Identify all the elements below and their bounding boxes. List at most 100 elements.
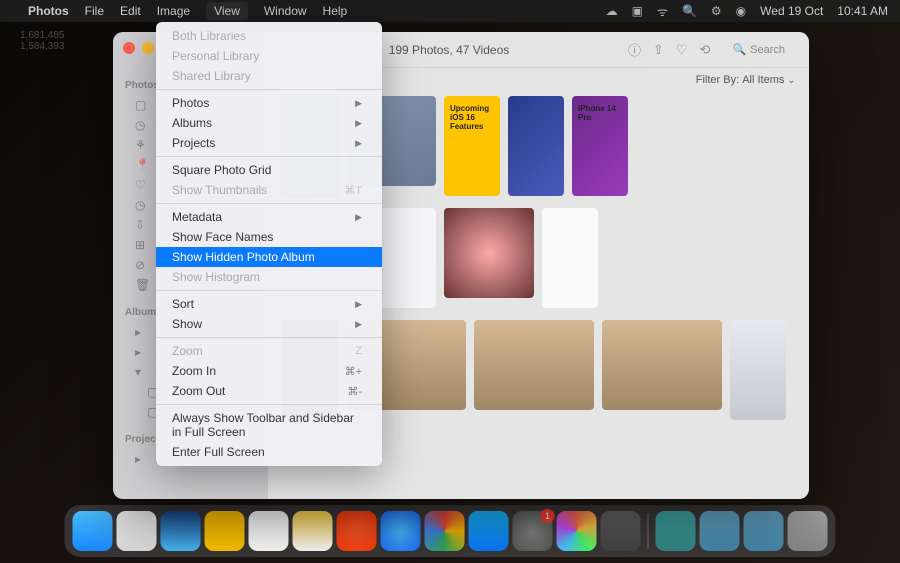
spotlight-icon[interactable]: 🔍: [682, 4, 697, 18]
menu-item-label: Metadata: [172, 210, 222, 224]
search-field[interactable]: 🔍 Search: [722, 40, 795, 59]
menu-shortcut: ⌘T: [344, 184, 362, 197]
menu-image[interactable]: Image: [157, 4, 190, 18]
dock-siri-icon[interactable]: [161, 511, 201, 551]
menu-item-label: Zoom Out: [172, 384, 225, 398]
app-name[interactable]: Photos: [28, 4, 69, 18]
menu-window[interactable]: Window: [264, 4, 307, 18]
chevron-right-icon: ▶: [355, 118, 362, 129]
view-menu-item[interactable]: Sort▶: [156, 294, 382, 314]
menu-shortcut: Z: [355, 345, 362, 357]
menu-item-label: Show: [172, 317, 202, 331]
dock-safari-icon[interactable]: [381, 511, 421, 551]
sidebar-item-icon: ⚘: [135, 138, 149, 152]
view-menu-item[interactable]: Enter Full Screen: [156, 442, 382, 462]
dock-launchpad-icon[interactable]: [117, 511, 157, 551]
view-menu-item[interactable]: Metadata ▶: [156, 207, 382, 227]
view-menu-item[interactable]: Projects▶: [156, 133, 382, 153]
sidebar-item-icon: ◷: [135, 118, 149, 132]
menubar-time[interactable]: 10:41 AM: [837, 4, 888, 18]
view-menu-item[interactable]: Show Face Names: [156, 227, 382, 247]
info-icon[interactable]: ⓘ: [628, 40, 641, 59]
photo-thumbnail[interactable]: [730, 320, 786, 420]
dock-preview-icon[interactable]: [601, 511, 641, 551]
menu-item-label: Show Hidden Photo Album: [172, 250, 315, 264]
photo-thumbnail[interactable]: [508, 96, 564, 196]
sidebar-item-icon: ▸: [135, 452, 149, 466]
cloud-icon[interactable]: ☁: [606, 4, 618, 18]
photo-thumbnail[interactable]: [380, 208, 436, 308]
photo-thumbnail[interactable]: [602, 320, 722, 410]
share-icon[interactable]: ⇧: [653, 42, 664, 58]
view-menu-item: Show Histogram: [156, 267, 382, 287]
sidebar-item-icon: ⊞: [135, 238, 149, 252]
view-menu-item[interactable]: Show▶: [156, 314, 382, 334]
search-icon: 🔍: [732, 43, 746, 56]
view-menu-item[interactable]: Square Photo Grid: [156, 160, 382, 180]
favorite-icon[interactable]: ♡: [676, 42, 688, 58]
dock: 1: [65, 505, 836, 557]
control-center-icon[interactable]: ⚙: [711, 4, 722, 18]
menu-help[interactable]: Help: [323, 4, 348, 18]
menu-item-label: Shared Library: [172, 69, 251, 83]
dock-chrome-icon[interactable]: [425, 511, 465, 551]
sidebar-item-icon: ◷: [135, 198, 149, 212]
view-menu-item[interactable]: Photos ▶: [156, 93, 382, 113]
view-menu-item: Zoom Z: [156, 341, 382, 361]
photo-thumbnail[interactable]: iPhone 14 Pro: [572, 96, 628, 196]
display-icon[interactable]: ▣: [632, 4, 643, 18]
chevron-right-icon: ▶: [355, 299, 362, 310]
menu-item-label: Zoom In: [172, 364, 216, 378]
chevron-right-icon: ▶: [355, 98, 362, 109]
dock-settings-icon[interactable]: 1: [513, 511, 553, 551]
menu-separator: [156, 89, 382, 90]
dock-finder-icon[interactable]: [73, 511, 113, 551]
dock-trash-icon[interactable]: [788, 511, 828, 551]
dock-reminders-icon[interactable]: [249, 511, 289, 551]
dock-downloads-icon[interactable]: [656, 511, 696, 551]
dock-photos-icon[interactable]: [557, 511, 597, 551]
dock-appstore-icon[interactable]: [469, 511, 509, 551]
menu-item-label: Albums: [172, 116, 212, 130]
menu-edit[interactable]: Edit: [120, 4, 141, 18]
chevron-right-icon: ▶: [355, 212, 362, 223]
photo-thumbnail[interactable]: Upcoming iOS 16 Features: [444, 96, 500, 196]
menubar-date[interactable]: Wed 19 Oct: [760, 4, 823, 18]
dock-brave-icon[interactable]: [337, 511, 377, 551]
dock-folder-icon[interactable]: [700, 511, 740, 551]
rotate-icon[interactable]: ⟲: [700, 42, 711, 58]
photo-thumbnail[interactable]: [474, 320, 594, 410]
view-menu-item: Both Libraries: [156, 26, 382, 46]
menu-item-label: Both Libraries: [172, 29, 246, 43]
photo-thumbnail[interactable]: [444, 208, 534, 298]
menu-item-label: Photos: [172, 96, 209, 110]
view-menu-item: Show Thumbnails ⌘T: [156, 180, 382, 200]
view-menu-item: Shared Library: [156, 66, 382, 86]
dock-folder2-icon[interactable]: [744, 511, 784, 551]
menu-item-label: Always Show Toolbar and Sidebar in Full …: [172, 411, 362, 439]
view-menu-item[interactable]: Zoom Out⌘-: [156, 381, 382, 401]
view-menu-item[interactable]: Albums ▶: [156, 113, 382, 133]
menu-separator: [156, 156, 382, 157]
window-close-button[interactable]: [123, 42, 135, 54]
menu-separator: [156, 203, 382, 204]
chevron-right-icon: ▶: [355, 138, 362, 149]
menu-separator: [156, 290, 382, 291]
menu-item-label: Zoom: [172, 344, 203, 358]
window-minimize-button[interactable]: [142, 42, 154, 54]
menu-file[interactable]: File: [85, 4, 104, 18]
sidebar-item-icon: 🗑: [135, 278, 149, 292]
sidebar-item-icon: 📍: [135, 158, 149, 172]
view-menu-item[interactable]: Always Show Toolbar and Sidebar in Full …: [156, 408, 382, 442]
menu-item-label: Show Thumbnails: [172, 183, 267, 197]
menu-view[interactable]: View: [206, 2, 248, 20]
sidebar-item-icon: ♡: [135, 178, 149, 192]
sidebar-item-icon: ⇩: [135, 218, 149, 232]
view-menu-item[interactable]: Zoom In⌘+: [156, 361, 382, 381]
dock-notes-icon[interactable]: [293, 511, 333, 551]
wifi-icon[interactable]: ᯤ: [657, 3, 668, 20]
view-menu-item[interactable]: Show Hidden Photo Album: [156, 247, 382, 267]
photo-thumbnail[interactable]: [542, 208, 598, 308]
dock-things-icon[interactable]: [205, 511, 245, 551]
siri-icon[interactable]: ◉: [736, 4, 746, 18]
